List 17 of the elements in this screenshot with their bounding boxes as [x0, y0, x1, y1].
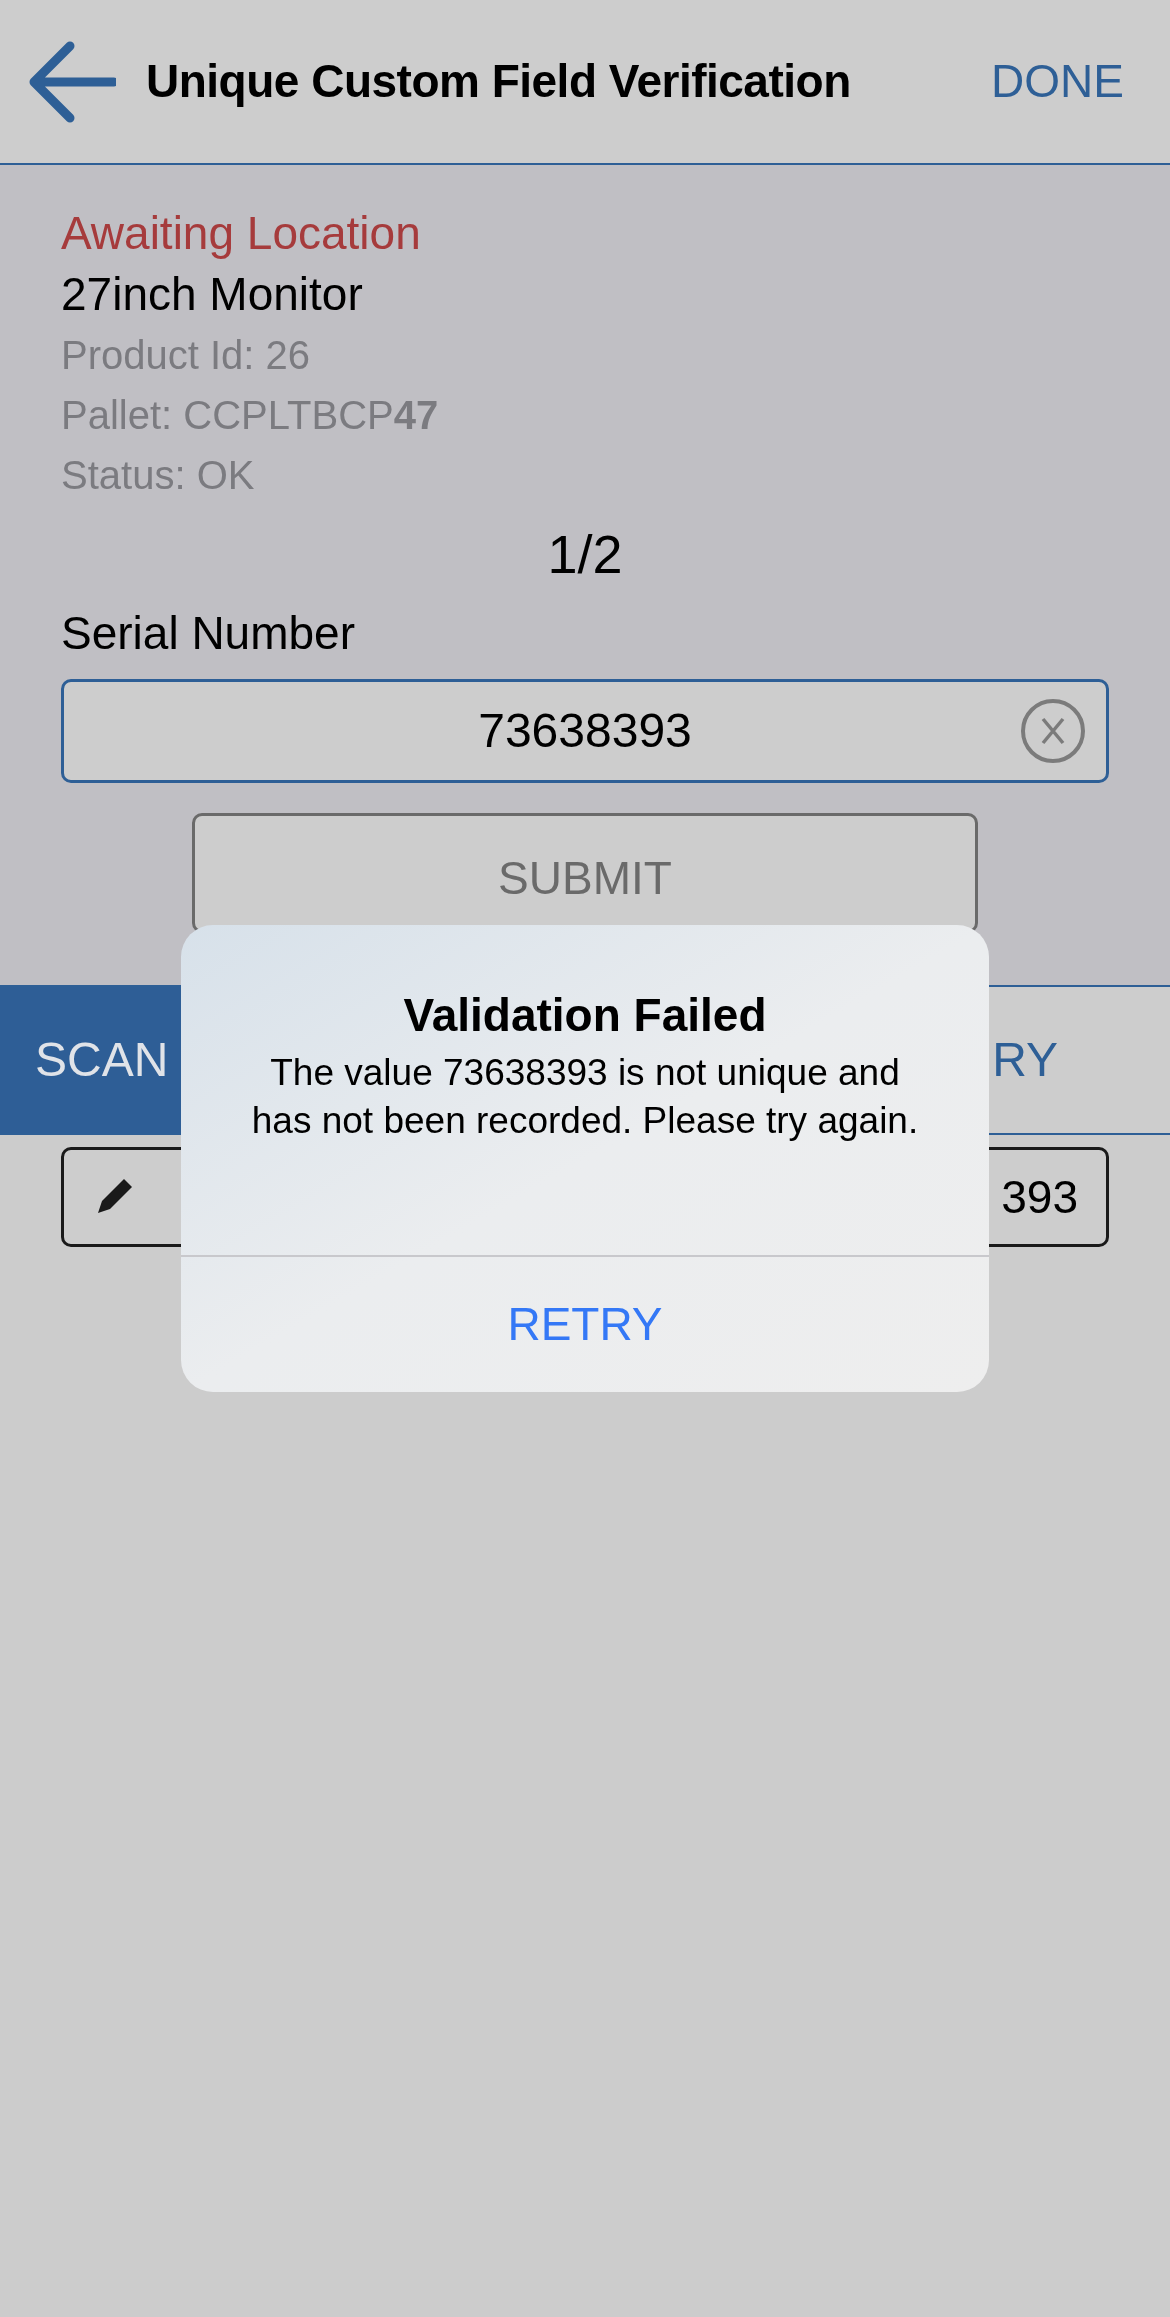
submit-button[interactable]: SUBMIT [192, 813, 978, 933]
retry-button[interactable]: RETRY [181, 1257, 989, 1392]
entry-value: 393 [1001, 1169, 1078, 1225]
page-counter: 1/2 [547, 523, 623, 586]
product-detail: Pallet: CCPLTBCP47 [61, 392, 439, 439]
status-label: Awaiting Location [61, 206, 421, 261]
serial-number-field[interactable]: 73638393 [61, 679, 1109, 783]
dialog-message: The value 73638393 is not unique and has not been recorded. Please try again. [250, 1051, 920, 1143]
product-detail: Product Id: 26 [61, 332, 311, 379]
dialog-title: Validation Failed [403, 988, 767, 1043]
field-label: Serial Number [61, 606, 355, 661]
product-detail: Status: OK [61, 452, 255, 499]
back-arrow-icon[interactable] [28, 39, 116, 124]
done-button[interactable]: DONE [991, 47, 1124, 116]
product-name: 27inch Monitor [61, 267, 363, 322]
clear-icon[interactable] [1020, 698, 1086, 764]
screen-title: Unique Custom Field Verification [146, 54, 851, 109]
